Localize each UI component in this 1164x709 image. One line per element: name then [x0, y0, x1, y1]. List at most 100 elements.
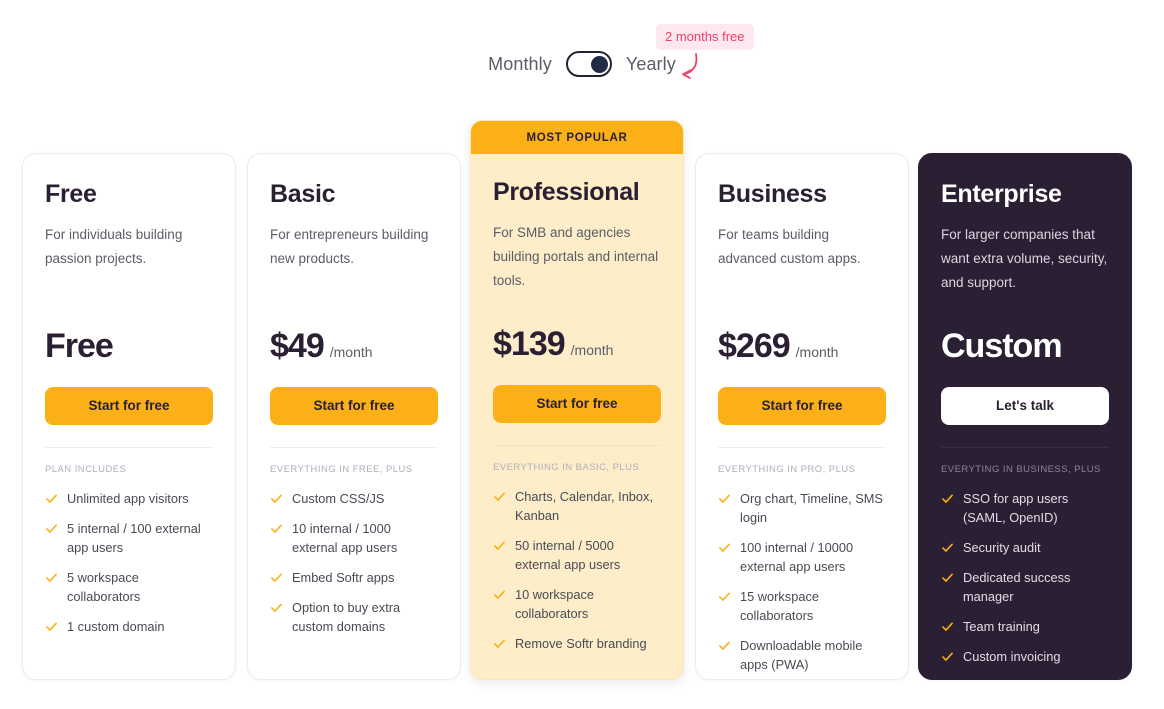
- price-block: $49 /month: [270, 327, 438, 373]
- feature-text: Unlimited app visitors: [67, 491, 189, 506]
- check-icon: [271, 494, 282, 503]
- cta-button-basic[interactable]: Start for free: [270, 387, 438, 425]
- check-icon: [942, 494, 953, 503]
- pricing-card-professional[interactable]: MOST POPULAR Professional For SMB and ag…: [470, 120, 684, 680]
- feature-text: 10 internal / 1000 external app users: [292, 521, 398, 555]
- feature-item: Team training: [941, 617, 1109, 636]
- feature-text: Dedicated success manager: [963, 570, 1071, 604]
- price-block: $139 /month: [493, 325, 661, 371]
- price-block: Free: [45, 327, 213, 373]
- price-amount: Custom: [941, 327, 1063, 365]
- features-section: EVERYTHING IN PRO, PLUS Org chart, Timel…: [696, 448, 908, 674]
- features-section: EVERYTING IN BUSINESS, PLUS SSO for app …: [919, 448, 1131, 666]
- most-popular-ribbon: MOST POPULAR: [471, 121, 683, 154]
- feature-list: Charts, Calendar, Inbox, Kanban 50 inter…: [493, 487, 661, 653]
- price-amount: $139: [493, 325, 566, 363]
- price-amount: Free: [45, 327, 114, 365]
- card-header: Business For teams building advanced cus…: [696, 154, 908, 448]
- card-header: Enterprise For larger companies that wan…: [919, 154, 1131, 448]
- price-period: /month: [795, 344, 839, 360]
- cta-button-business[interactable]: Start for free: [718, 387, 886, 425]
- plan-description: For individuals building passion project…: [45, 227, 183, 266]
- check-icon: [942, 543, 953, 552]
- feature-item: 10 internal / 1000 external app users: [270, 519, 438, 557]
- feature-text: 1 custom domain: [67, 619, 165, 634]
- cta-button-enterprise[interactable]: Let's talk: [941, 387, 1109, 425]
- plan-name: Enterprise: [941, 180, 1062, 208]
- price-block: $269 /month: [718, 327, 886, 373]
- plan-description: For SMB and agencies building portals an…: [493, 225, 659, 288]
- check-icon: [271, 573, 282, 582]
- check-icon: [46, 494, 57, 503]
- check-icon: [719, 494, 730, 503]
- check-icon: [719, 543, 730, 552]
- feature-item: 100 internal / 10000 external app users: [718, 538, 886, 576]
- features-heading: EVERYTHING IN FREE, PLUS: [270, 464, 413, 475]
- feature-item: Option to buy extra custom domains: [270, 598, 438, 636]
- feature-item: Org chart, Timeline, SMS login: [718, 489, 886, 527]
- check-icon: [46, 524, 57, 533]
- feature-text: Org chart, Timeline, SMS login: [740, 491, 883, 525]
- cta-button-professional[interactable]: Start for free: [493, 385, 661, 423]
- curved-arrow-icon: [682, 53, 698, 79]
- feature-text: 50 internal / 5000 external app users: [515, 538, 621, 572]
- feature-list: Unlimited app visitors 5 internal / 100 …: [45, 489, 213, 636]
- check-icon: [719, 641, 730, 650]
- promo-badge-wrap: 2 months free: [656, 24, 754, 50]
- feature-text: Custom CSS/JS: [292, 491, 385, 506]
- feature-item: Embed Softr apps: [270, 568, 438, 587]
- feature-item: 50 internal / 5000 external app users: [493, 536, 661, 574]
- feature-text: 5 workspace collaborators: [67, 570, 141, 604]
- plan-description: For entrepreneurs building new products.: [270, 227, 429, 266]
- feature-item: 15 workspace collaborators: [718, 587, 886, 625]
- feature-text: 10 workspace collaborators: [515, 587, 594, 621]
- card-header: Professional For SMB and agencies buildi…: [471, 154, 683, 446]
- check-icon: [494, 541, 505, 550]
- feature-item: Dedicated success manager: [941, 568, 1109, 606]
- feature-item: Remove Softr branding: [493, 634, 661, 653]
- feature-text: Embed Softr apps: [292, 570, 395, 585]
- feature-text: Downloadable mobile apps (PWA): [740, 638, 863, 672]
- plan-name: Business: [718, 180, 827, 208]
- check-icon: [271, 524, 282, 533]
- feature-item: 5 workspace collaborators: [45, 568, 213, 606]
- feature-item: 10 workspace collaborators: [493, 585, 661, 623]
- features-heading: EVERYTHING IN PRO, PLUS: [718, 464, 856, 475]
- feature-text: Option to buy extra custom domains: [292, 600, 401, 634]
- monthly-label: Monthly: [488, 53, 552, 74]
- billing-period-switch[interactable]: [565, 51, 612, 77]
- check-icon: [719, 592, 730, 601]
- feature-text: Security audit: [963, 540, 1041, 555]
- feature-item: 5 internal / 100 external app users: [45, 519, 213, 557]
- features-section: EVERYTHING IN BASIC, PLUS Charts, Calend…: [471, 446, 683, 653]
- pricing-card-enterprise[interactable]: Enterprise For larger companies that wan…: [918, 153, 1132, 680]
- features-heading: EVERYTHING IN BASIC, PLUS: [493, 462, 640, 473]
- check-icon: [46, 622, 57, 631]
- pricing-card-free[interactable]: Free For individuals building passion pr…: [22, 153, 236, 680]
- check-icon: [494, 492, 505, 501]
- feature-item: 1 custom domain: [45, 617, 213, 636]
- features-heading: PLAN INCLUDES: [45, 464, 127, 475]
- check-icon: [942, 652, 953, 661]
- price-block: Custom: [941, 327, 1109, 373]
- check-icon: [942, 622, 953, 631]
- check-icon: [494, 639, 505, 648]
- features-section: PLAN INCLUDES Unlimited app visitors 5 i…: [23, 448, 235, 636]
- feature-text: Charts, Calendar, Inbox, Kanban: [515, 489, 653, 523]
- feature-list: SSO for app users (SAML, OpenID) Securit…: [941, 489, 1109, 666]
- check-icon: [494, 590, 505, 599]
- check-icon: [271, 603, 282, 612]
- plan-name: Free: [45, 180, 97, 208]
- feature-item: Custom CSS/JS: [270, 489, 438, 508]
- feature-text: 5 internal / 100 external app users: [67, 521, 201, 555]
- check-icon: [942, 573, 953, 582]
- price-period: /month: [570, 342, 614, 358]
- feature-text: Custom invoicing: [963, 649, 1061, 664]
- pricing-card-basic[interactable]: Basic For entrepreneurs building new pro…: [247, 153, 461, 680]
- feature-text: SSO for app users (SAML, OpenID): [963, 491, 1069, 525]
- pricing-card-business[interactable]: Business For teams building advanced cus…: [695, 153, 909, 680]
- toggle-knob: [590, 55, 608, 73]
- feature-item: Downloadable mobile apps (PWA): [718, 636, 886, 674]
- cta-button-free[interactable]: Start for free: [45, 387, 213, 425]
- card-header: Free For individuals building passion pr…: [23, 154, 235, 448]
